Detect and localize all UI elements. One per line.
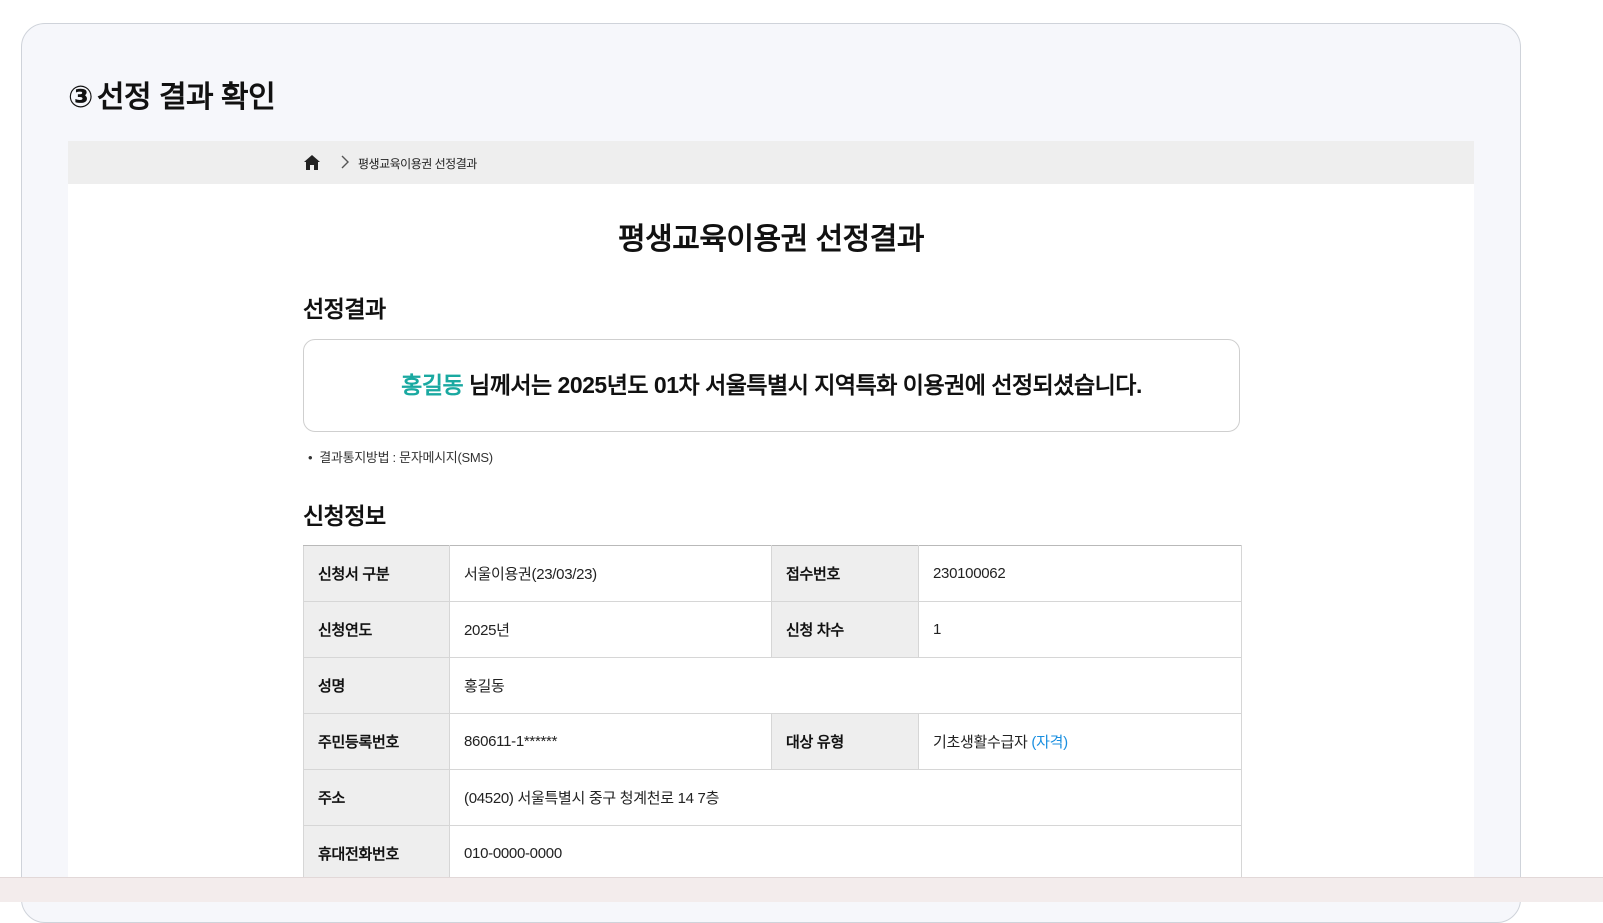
table-cell: 010-0000-0000 bbox=[449, 825, 1242, 882]
table-row: 휴대전화번호 010-0000-0000 bbox=[303, 825, 1242, 882]
table-cell: 기초생활수급자 (자격) bbox=[918, 713, 1242, 770]
table-header-cell: 대상 유형 bbox=[771, 713, 919, 770]
table-row: 신청서 구분 서울이용권(23/03/23) 접수번호 230100062 bbox=[303, 545, 1242, 602]
breadcrumb: 평생교육이용권 선정결과 bbox=[68, 141, 1474, 184]
table-row: 주민등록번호 860611-1****** 대상 유형 기초생활수급자 (자격) bbox=[303, 713, 1242, 770]
table-header-cell: 휴대전화번호 bbox=[303, 825, 450, 882]
table-row: 신청연도 2025년 신청 차수 1 bbox=[303, 601, 1242, 658]
applicant-section-title: 신청정보 bbox=[303, 503, 386, 529]
table-cell: 홍길동 bbox=[449, 657, 1242, 714]
bottom-edge bbox=[0, 877, 1603, 902]
step-title-text: 선정 결과 확인 bbox=[96, 81, 276, 114]
chevron-right-icon bbox=[341, 155, 349, 169]
qualification-link[interactable]: (자격) bbox=[1028, 734, 1068, 751]
notice-text: 결과통지방법 : 문자메시지(SMS) bbox=[319, 450, 493, 465]
table-header-cell: 신청연도 bbox=[303, 601, 450, 658]
table-header-cell: 신청 차수 bbox=[771, 601, 919, 658]
table-row: 성명 홍길동 bbox=[303, 657, 1242, 714]
table-header-cell: 주민등록번호 bbox=[303, 713, 450, 770]
result-message-box: 홍길동 님께서는 2025년도 01차 서울특별시 지역특화 이용권에 선정되셨… bbox=[303, 339, 1240, 432]
table-header-cell: 접수번호 bbox=[771, 545, 919, 602]
home-icon[interactable] bbox=[303, 154, 321, 171]
table-cell: (04520) 서울특별시 중구 청계천로 14 7층 bbox=[449, 769, 1242, 826]
table-row: 주소 (04520) 서울특별시 중구 청계천로 14 7층 bbox=[303, 769, 1242, 826]
result-applicant-name: 홍길동 bbox=[401, 372, 464, 398]
table-cell: 1 bbox=[918, 601, 1242, 658]
table-cell: 2025년 bbox=[449, 601, 772, 658]
target-type-value: 기초생활수급자 bbox=[933, 734, 1028, 751]
result-section-title: 선정결과 bbox=[303, 296, 386, 322]
table-cell: 서울이용권(23/03/23) bbox=[449, 545, 772, 602]
page-title: 평생교육이용권 선정결과 bbox=[618, 223, 924, 256]
table-header-cell: 주소 bbox=[303, 769, 450, 826]
notification-method: • 결과통지방법 : 문자메시지(SMS) bbox=[308, 447, 493, 466]
step-number: ③ bbox=[68, 81, 93, 114]
step-title: ③ 선정 결과 확인 bbox=[68, 72, 276, 116]
table-cell: 230100062 bbox=[918, 545, 1242, 602]
notice-bullet: • bbox=[308, 450, 313, 465]
breadcrumb-current[interactable]: 평생교육이용권 선정결과 bbox=[358, 155, 477, 172]
table-cell: 860611-1****** bbox=[449, 713, 772, 770]
table-header-cell: 성명 bbox=[303, 657, 450, 714]
result-message: 님께서는 2025년도 01차 서울특별시 지역특화 이용권에 선정되셨습니다. bbox=[463, 372, 1142, 398]
applicant-info-table: 신청서 구분 서울이용권(23/03/23) 접수번호 230100062 신청… bbox=[303, 545, 1242, 882]
screenshot-frame: 평생교육이용권 선정결과 평생교육이용권 선정결과 선정결과 홍길동 님께서는 … bbox=[68, 141, 1474, 886]
table-header-cell: 신청서 구분 bbox=[303, 545, 450, 602]
